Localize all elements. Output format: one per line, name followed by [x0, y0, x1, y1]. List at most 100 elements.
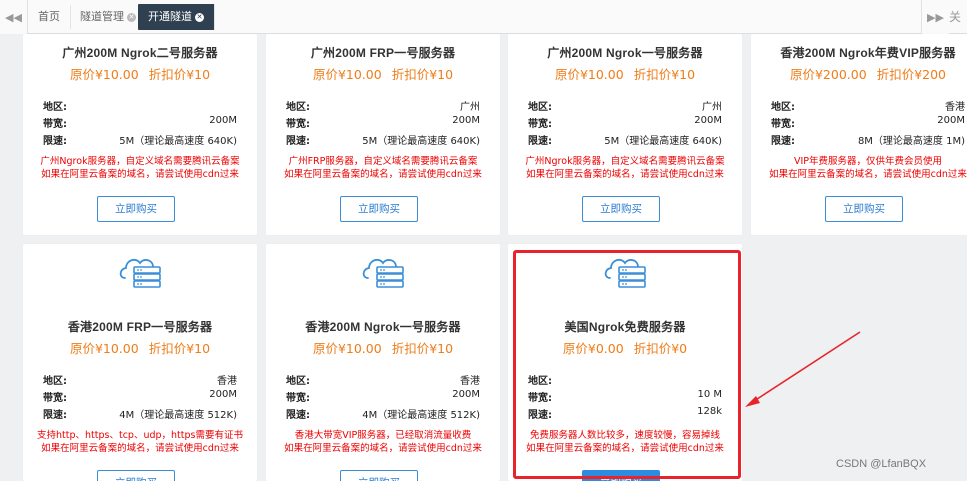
- note-line: 支持http、https、tcp、udp，https需要有证书: [37, 430, 243, 441]
- server-title: 香港200M Ngrok一号服务器: [305, 320, 461, 334]
- discount-price: 折扣价¥10: [633, 67, 696, 82]
- buy-now-button[interactable]: 立即购买: [340, 196, 418, 222]
- spec-value: 香港: [460, 376, 480, 387]
- spec-value: 广州: [702, 102, 722, 113]
- note-line: 免费服务器人数比较多，速度较慢，容易掉线: [529, 430, 720, 441]
- tab-tunnels-label: 隧道管理: [80, 10, 124, 23]
- server-price: 原价¥10.00 折扣价¥10: [508, 64, 742, 83]
- spec-value: 200M: [452, 389, 480, 400]
- tab-open-tunnel[interactable]: 开通隧道 ✕: [138, 4, 215, 30]
- note-line: 香港大带宽VIP服务器，已经取消流量收费: [294, 430, 472, 441]
- spec-label: 带宽:: [286, 393, 310, 404]
- tab-tunnel-management[interactable]: 隧道管理 ✕: [70, 5, 147, 29]
- spec-label: 限速:: [286, 410, 310, 421]
- server-note: 广州Ngrok服务器，自定义域名需要腾讯云备案 如果在阿里云备案的域名，请尝试使用…: [508, 155, 742, 181]
- tab-close-icon[interactable]: ✕: [127, 13, 136, 22]
- spec-label: 限速:: [528, 136, 552, 147]
- spec-label: 地区:: [528, 102, 552, 113]
- spec-label: 地区:: [286, 102, 310, 113]
- server-card: 广州200M FRP一号服务器 原价¥10.00 折扣价¥10 地区: 广州带宽: 200…: [266, 34, 500, 235]
- spec-label: 限速:: [43, 136, 67, 147]
- buy-now-button[interactable]: 立即购买: [340, 470, 418, 481]
- discount-price: 折扣价¥10: [148, 341, 211, 356]
- note-line: 广州FRP服务器，自定义域名需要腾讯云备案: [288, 156, 478, 167]
- tab-overflow-menu[interactable]: 关: [949, 0, 961, 34]
- original-price: 原价¥200.00: [789, 67, 867, 82]
- server-card: 香港200M FRP一号服务器 原价¥10.00 折扣价¥10 地区: 香港 带宽: 200…: [23, 244, 257, 481]
- server-note: 免费服务器人数比较多，速度较慢，容易掉线 如果在阿里云备案的域名，请尝试使用cdn…: [508, 429, 742, 455]
- server-card: 广州200M Ngrok一号服务器 原价¥10.00 折扣价¥10 地区: 广州 带宽: 2…: [508, 34, 742, 235]
- cloud-server-icon: [602, 254, 650, 290]
- discount-price: 折扣价¥10: [391, 67, 454, 82]
- server-note: 香港大带宽VIP服务器，已经取消流量收费 如果在阿里云备案的域名，请尝试使用cdn…: [266, 429, 500, 455]
- tab-home-label: 首页: [38, 10, 60, 23]
- spec-value: 8M（理论最高速度 1M): [857, 136, 965, 147]
- cloud-server-icon: [117, 254, 165, 290]
- server-price: 原价¥10.00 折扣价¥10: [266, 338, 500, 357]
- note-line: 如果在阿里云备案的域名，请尝试使用cdn过来: [526, 443, 724, 454]
- spec-label: 限速:: [528, 410, 552, 421]
- server-price: 原价¥10.00 折扣价¥10: [23, 338, 257, 357]
- server-title: 香港200M Ngrok年费VIP服务器: [780, 46, 956, 60]
- server-note: 广州FRP服务器，自定义域名需要腾讯云备案 如果在阿里云备案的域名，请尝试使用cd…: [266, 155, 500, 181]
- discount-price: 折扣价¥10: [148, 67, 211, 82]
- note-line: 如果在阿里云备案的域名，请尝试使用cdn过来: [41, 169, 239, 180]
- server-price: 原价¥10.00 折扣价¥10: [266, 64, 500, 83]
- server-note: 广州Ngrok服务器，自定义域名需要腾讯云备案 如果在阿里云备案的域名，请尝试使用…: [23, 155, 257, 181]
- spec-value: 4M（理论最高速度 512K): [362, 410, 480, 421]
- spec-label: 地区:: [43, 102, 67, 113]
- buy-now-button[interactable]: 立即购买: [97, 470, 175, 481]
- spec-label: 地区:: [528, 376, 552, 387]
- server-note: 支持http、https、tcp、udp，https需要有证书 如果在阿里云备案的…: [23, 429, 257, 455]
- server-card: 广州200M Ngrok二号服务器原价¥10.00 折扣价¥10 地区: 带宽: 200…: [23, 34, 257, 235]
- spec-value: 5M（理论最高速度 640K): [604, 136, 722, 147]
- spec-label: 地区:: [286, 376, 310, 387]
- spec-value: 200M: [694, 115, 722, 126]
- buy-now-button[interactable]: 立即购买: [825, 196, 903, 222]
- spec-label: 限速:: [43, 410, 67, 421]
- server-note: VIP年费服务器，仅供年费会员使用如果在阿里云备案的域名，请尝试使用cdn过来: [751, 155, 967, 181]
- server-title: 美国Ngrok免费服务器: [564, 320, 686, 334]
- note-line: 如果在阿里云备案的域名，请尝试使用cdn过来: [526, 169, 724, 180]
- server-title: 香港200M FRP一号服务器: [67, 320, 213, 334]
- buy-now-button[interactable]: 立即购买: [582, 196, 660, 222]
- buy-now-button[interactable]: 立即购买: [582, 470, 660, 481]
- original-price: 原价¥10.00: [312, 67, 382, 82]
- spec-value: 香港: [217, 376, 237, 387]
- note-line: VIP年费服务器，仅供年费会员使用: [793, 156, 943, 167]
- spec-label: 限速:: [771, 136, 795, 147]
- cloud-server-icon: [360, 254, 408, 290]
- original-price: 原价¥10.00: [554, 67, 624, 82]
- server-card: 香港200M Ngrok一号服务器原价¥10.00 折扣价¥10 地区: 香港带宽: 2…: [266, 244, 500, 481]
- spec-label: 带宽:: [286, 119, 310, 130]
- server-price: 原价¥10.00 折扣价¥10: [23, 64, 257, 83]
- note-line: 如果在阿里云备案的域名，请尝试使用cdn过来: [284, 443, 482, 454]
- spec-value: 5M（理论最高速度 640K): [362, 136, 480, 147]
- spec-label: 带宽:: [43, 119, 67, 130]
- note-line: 如果在阿里云备案的域名，请尝试使用cdn过来: [284, 169, 482, 180]
- tabs-scroll-right-icon[interactable]: ▶▶: [921, 0, 949, 34]
- note-line: 如果在阿里云备案的域名，请尝试使用cdn过来: [769, 169, 967, 180]
- tab-home[interactable]: 首页: [28, 5, 71, 29]
- spec-value: 200M: [452, 115, 480, 126]
- spec-label: 限速:: [286, 136, 310, 147]
- spec-label: 带宽:: [528, 119, 552, 130]
- original-price: 原价¥10.00: [69, 341, 139, 356]
- tab-close-icon[interactable]: ✕: [195, 13, 204, 22]
- server-title: 广州200M Ngrok二号服务器: [62, 46, 218, 60]
- discount-price: 折扣价¥10: [391, 341, 454, 356]
- server-card: 美国Ngrok免费服务器 原价¥0.00 折扣价¥0 地区: 带宽: 10 M 限速: 128…: [508, 244, 742, 481]
- original-price: 原价¥10.00: [69, 67, 139, 82]
- original-price: 原价¥10.00: [312, 341, 382, 356]
- tabs-scroll-left-icon[interactable]: ◀◀: [0, 0, 28, 34]
- spec-value: 200M: [937, 115, 965, 126]
- note-line: 广州Ngrok服务器，自定义域名需要腾讯云备案: [525, 156, 725, 167]
- server-title: 广州200M FRP一号服务器: [310, 46, 456, 60]
- spec-value: 广州: [460, 102, 480, 113]
- note-line: 如果在阿里云备案的域名，请尝试使用cdn过来: [41, 443, 239, 454]
- spec-value: 香港: [945, 102, 965, 113]
- buy-now-button[interactable]: 立即购买: [97, 196, 175, 222]
- spec-value: 200M: [209, 115, 237, 126]
- discount-price: 折扣价¥0: [633, 341, 688, 356]
- spec-value: 4M（理论最高速度 512K): [119, 410, 237, 421]
